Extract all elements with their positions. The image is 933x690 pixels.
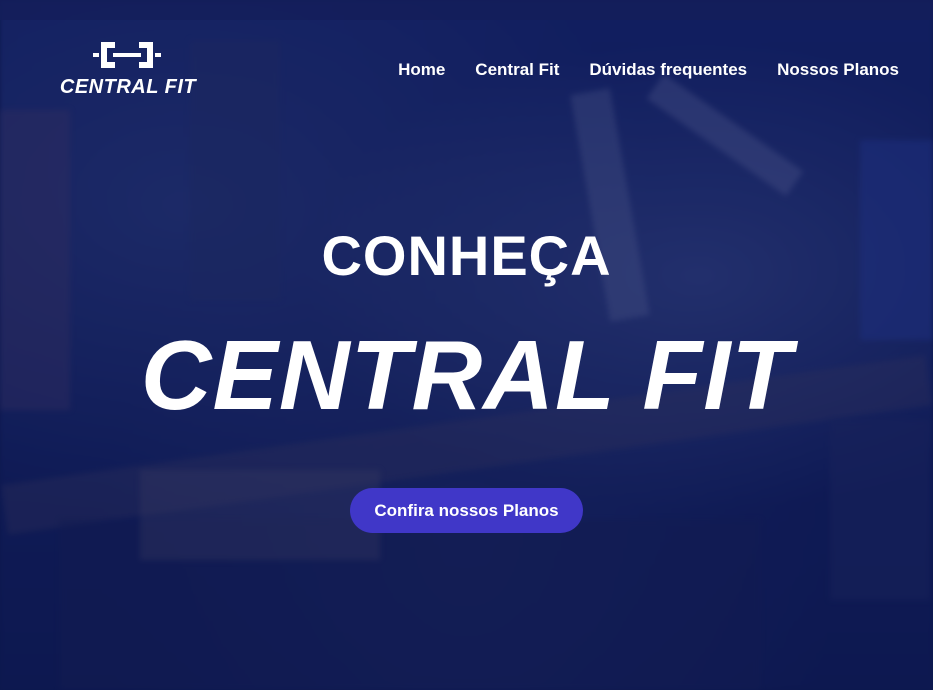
nav-item-central-fit[interactable]: Central Fit bbox=[475, 60, 559, 80]
plans-cta-button[interactable]: Confira nossos Planos bbox=[350, 488, 583, 533]
dumbbell-icon bbox=[93, 42, 161, 68]
hero-kicker: CONHEÇA bbox=[321, 224, 612, 287]
hero-content: CONHEÇA CENTRAL FIT Confira nossos Plano… bbox=[0, 220, 933, 533]
nav-item-nossos-planos[interactable]: Nossos Planos bbox=[777, 60, 899, 80]
nav-item-duvidas-frequentes[interactable]: Dúvidas frequentes bbox=[589, 60, 747, 80]
main-nav: Home Central Fit Dúvidas frequentes Noss… bbox=[398, 60, 899, 80]
nav-item-home[interactable]: Home bbox=[398, 60, 445, 80]
brand-logo[interactable]: CENTRAL FIT bbox=[58, 38, 198, 102]
hero-title: CENTRAL FIT bbox=[140, 320, 793, 430]
brand-name: CENTRAL FIT bbox=[59, 76, 197, 98]
hero-section: CENTRAL FIT Home Central Fit Dúvidas fre… bbox=[0, 0, 933, 690]
site-header: CENTRAL FIT Home Central Fit Dúvidas fre… bbox=[0, 0, 933, 120]
